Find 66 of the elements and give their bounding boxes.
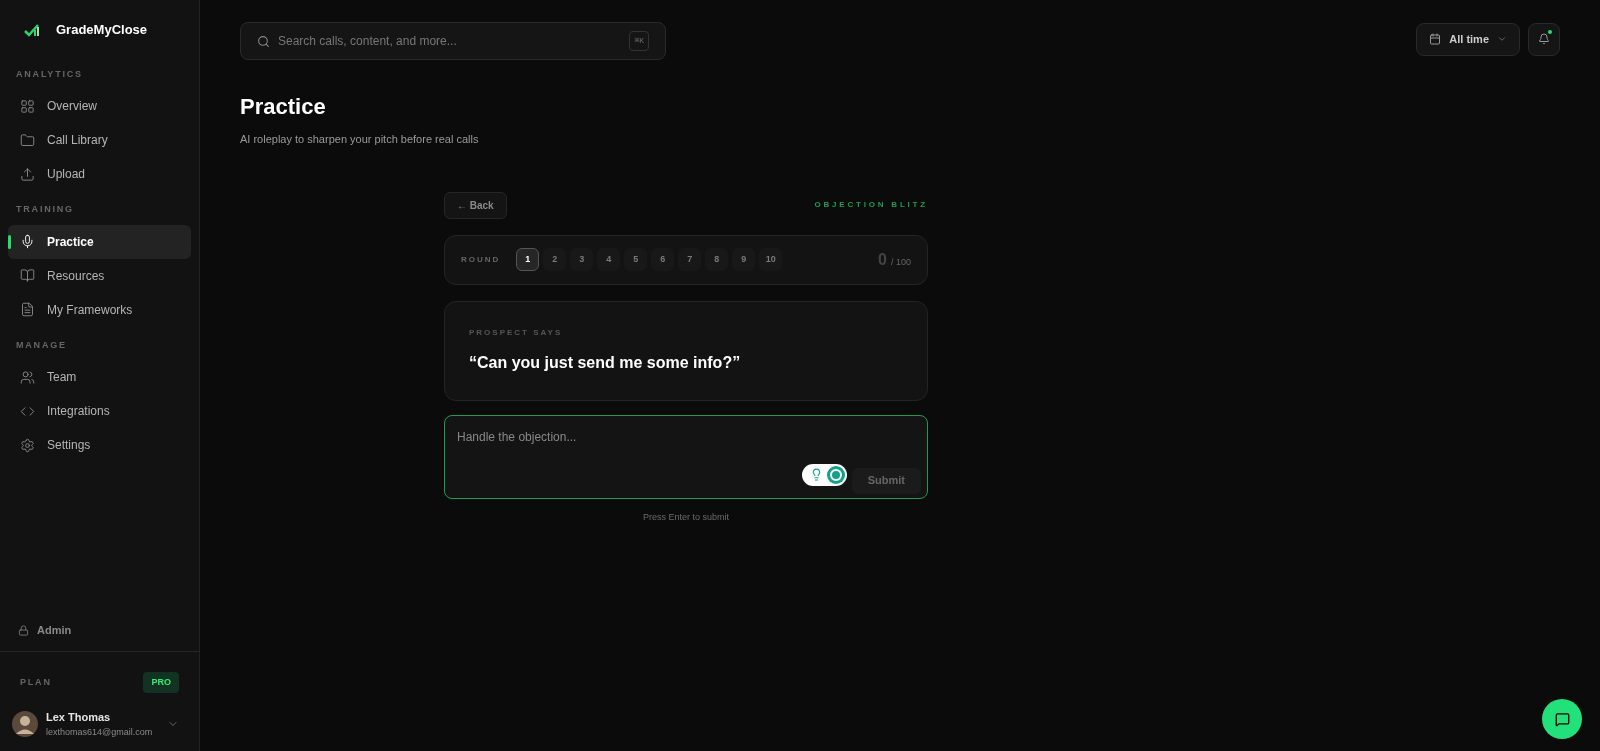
chat-button[interactable] xyxy=(1542,699,1582,739)
lock-icon xyxy=(18,624,29,636)
notifications-button[interactable] xyxy=(1528,22,1560,56)
calendar-icon xyxy=(1429,33,1442,45)
microphone-icon xyxy=(20,234,35,249)
round-button[interactable]: 5 xyxy=(624,248,648,271)
nav-item[interactable]: Overview xyxy=(8,89,191,123)
upload-icon xyxy=(20,166,35,182)
answer-input[interactable]: Handle the objection... xyxy=(457,427,837,452)
round-button[interactable]: 6 xyxy=(651,248,675,271)
nav-item[interactable]: Call Library xyxy=(8,123,191,157)
user-name: Lex Thomas xyxy=(46,710,112,725)
score-max: / 100 xyxy=(890,255,911,269)
folder-icon xyxy=(20,132,35,148)
round-button[interactable]: 1 xyxy=(516,248,540,271)
submit-button[interactable]: Submit xyxy=(851,467,921,494)
chat-icon xyxy=(1554,711,1570,727)
search-field[interactable]: Search calls, content, and more... ⌘K xyxy=(240,22,666,60)
logo-icon xyxy=(24,22,40,37)
section-heading: ANALYTICS xyxy=(15,67,84,81)
nav-item[interactable]: Settings xyxy=(8,428,191,462)
writing-assistant-widget[interactable] xyxy=(802,463,847,486)
section-heading: MANAGE xyxy=(15,338,68,352)
assistant-logo-icon xyxy=(827,465,845,484)
nav-item[interactable]: Resources xyxy=(8,258,191,293)
users-icon xyxy=(20,369,35,385)
active-indicator xyxy=(8,234,11,249)
round-button[interactable]: 10 xyxy=(759,248,783,271)
page-title: Practice xyxy=(240,93,327,121)
document-icon xyxy=(20,302,35,317)
shortcut-key: ⌘K xyxy=(629,31,649,51)
grid-icon xyxy=(20,98,35,114)
user-email: lexthomas614@gmail.com xyxy=(46,725,153,739)
prospect-label: PROSPECT SAYS xyxy=(469,326,564,339)
page-subtitle: AI roleplay to sharpen your pitch before real calls xyxy=(240,132,480,147)
lightbulb-icon xyxy=(810,468,823,481)
nav-item[interactable]: Team xyxy=(8,360,191,394)
search-input[interactable]: Search calls, content, and more... xyxy=(278,32,622,50)
mode-label: OBJECTION BLITZ xyxy=(814,199,928,211)
book-icon xyxy=(20,268,35,283)
prospect-quote: “Can you just send me some info?” xyxy=(469,352,742,373)
answer-box[interactable]: Handle the objection... Submit xyxy=(444,414,928,499)
back-button[interactable]: ← Back xyxy=(444,191,507,219)
section-heading: TRAINING xyxy=(15,203,75,216)
brand-name: GradeMyClose xyxy=(56,21,148,39)
nav-item[interactable]: My Frameworks xyxy=(8,292,191,327)
plan-label: PLAN xyxy=(20,675,52,689)
round-button[interactable]: 8 xyxy=(705,248,729,271)
round-button[interactable]: 7 xyxy=(678,248,702,271)
settings-icon xyxy=(20,437,35,453)
round-label: ROUND xyxy=(461,253,501,266)
round-button[interactable]: 9 xyxy=(732,248,756,271)
chevron-down-icon xyxy=(1497,34,1507,44)
submit-hint: Press Enter to submit xyxy=(642,510,729,524)
avatar xyxy=(12,711,38,737)
date-filter-button[interactable]: All time xyxy=(1416,22,1520,56)
round-button[interactable]: 3 xyxy=(570,248,594,271)
plan-badge: PRO xyxy=(143,671,179,693)
nav-item[interactable]: Integrations xyxy=(8,394,191,428)
search-icon xyxy=(257,34,270,48)
round-button[interactable]: 2 xyxy=(543,248,567,271)
bell-icon xyxy=(1538,33,1550,45)
admin-link[interactable]: Admin xyxy=(37,622,72,639)
round-button[interactable]: 4 xyxy=(597,248,621,271)
nav-item[interactable]: Practice xyxy=(8,224,191,259)
nav-item[interactable]: Upload xyxy=(8,157,191,191)
